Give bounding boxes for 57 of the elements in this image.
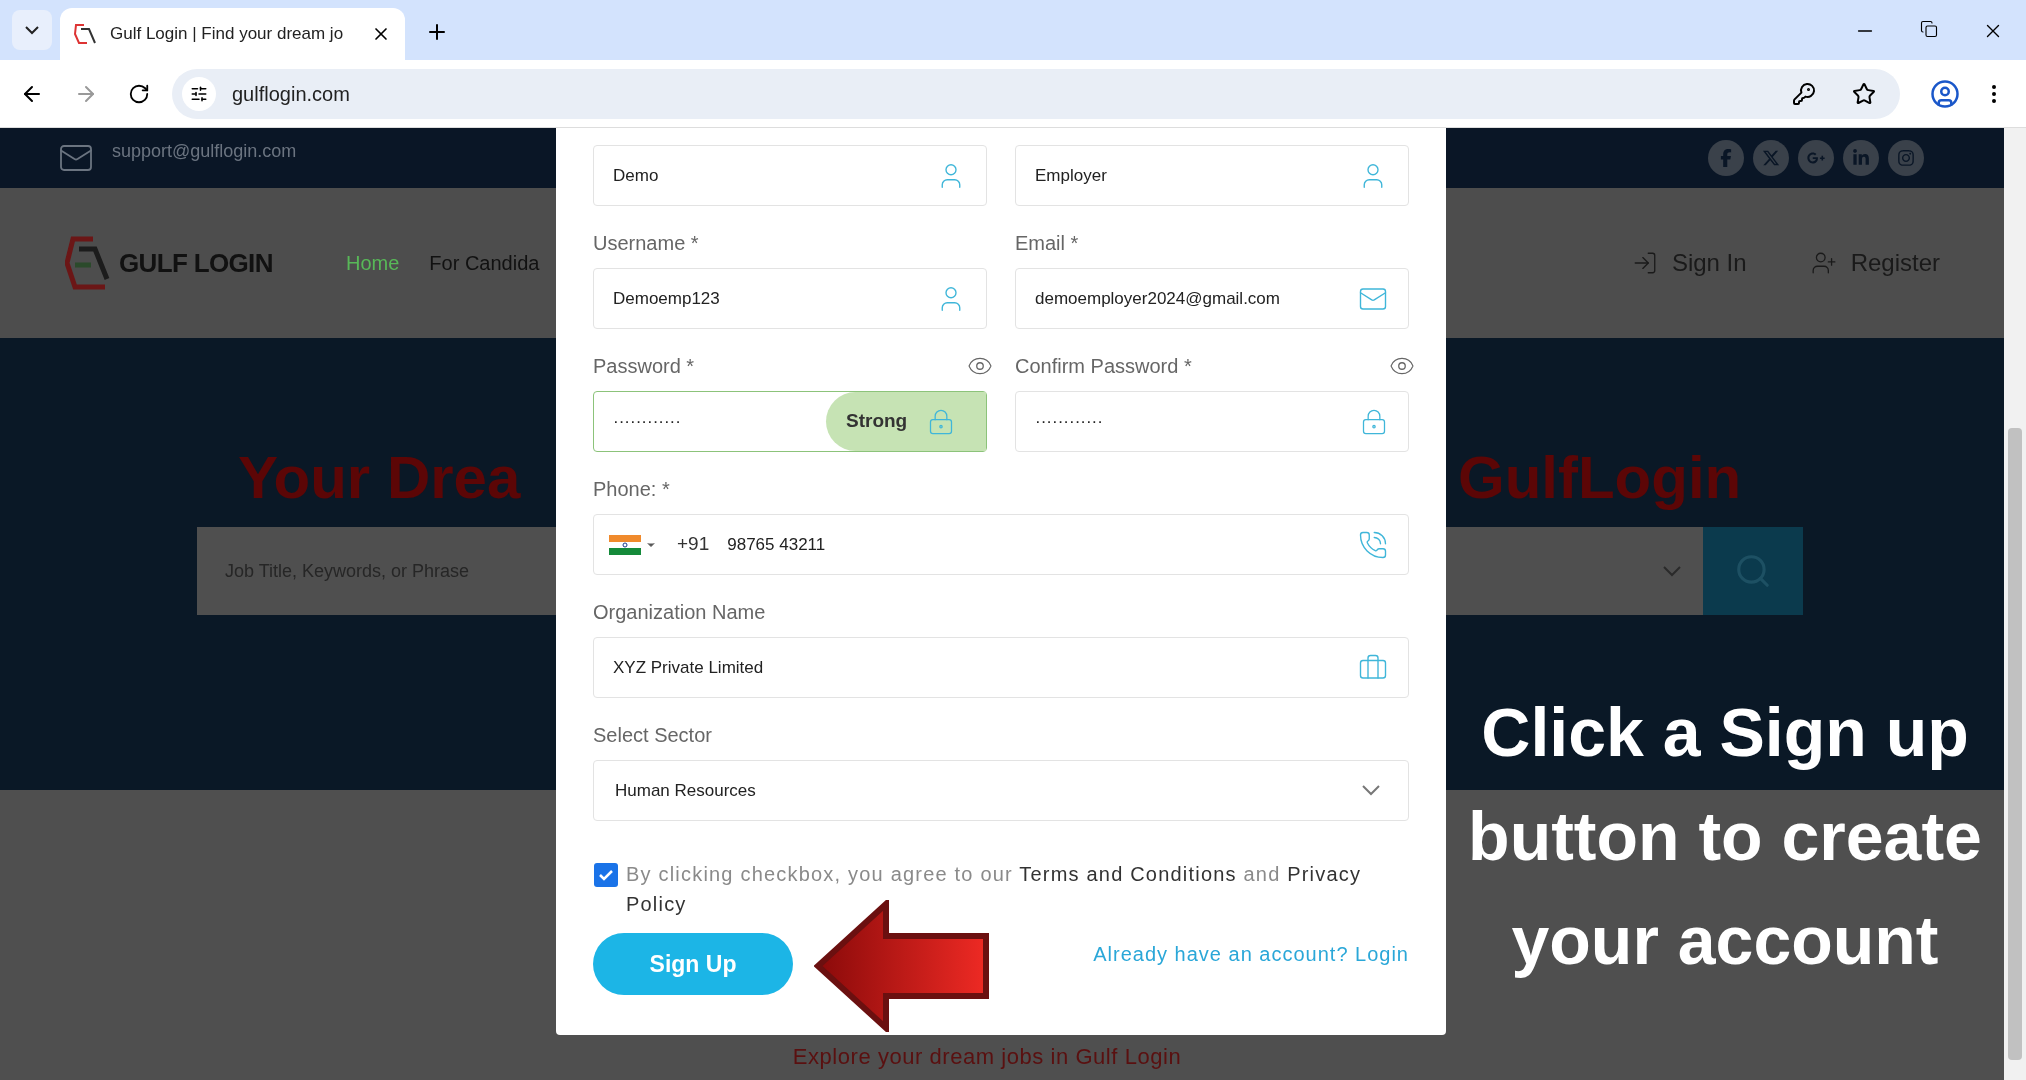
- address-bar[interactable]: gulflogin.com: [172, 68, 1900, 119]
- field-label: Password *: [593, 354, 695, 379]
- input-field[interactable]: Employer: [1015, 145, 1409, 206]
- logo-text: GULF LOGIN: [119, 246, 273, 280]
- phone-field[interactable]: +91 98765 43211: [593, 514, 1409, 575]
- field-value: Employer: [1035, 164, 1108, 187]
- caption-line: button to create: [1468, 797, 1982, 876]
- input-field[interactable]: ············: [1015, 391, 1409, 452]
- browser-tab[interactable]: Gulf Login | Find your dream jo: [60, 8, 405, 60]
- hero-heading: GulfLogin: [1458, 443, 1742, 513]
- field-label: Username *: [593, 231, 699, 256]
- field-label: Confirm Password *: [1015, 354, 1192, 379]
- field-value: ············: [1035, 410, 1104, 433]
- field-value: demoemployer2024@gmail.com: [1035, 287, 1281, 310]
- tagline: Explore your dream jobs in Gulf Login: [792, 1043, 1182, 1071]
- field-value: Demoemp123: [613, 287, 721, 310]
- url-text: gulflogin.com: [232, 81, 351, 107]
- check-icon: [599, 869, 613, 881]
- chevron-down-icon: [1362, 785, 1380, 796]
- input-field[interactable]: Demo: [593, 145, 987, 206]
- restore-icon[interactable]: [1920, 20, 1938, 38]
- field-value: 98765 43211: [727, 533, 827, 556]
- flag-icon[interactable]: [609, 534, 641, 555]
- scrollbar[interactable]: [2004, 128, 2026, 1080]
- profile-icon[interactable]: [1930, 78, 1960, 109]
- agreement-text: By clicking checkbox, you agree to our Terms and Conditions and Privacy Policy: [626, 862, 1363, 917]
- caption-line: your account: [1511, 901, 1939, 980]
- tab-list-button[interactable]: [12, 10, 52, 50]
- phone-icon: [1358, 529, 1388, 560]
- chevron-down-icon: [1663, 565, 1681, 577]
- field-label: Select Sector: [593, 723, 712, 748]
- support-email[interactable]: support@gulflogin.com: [112, 137, 297, 165]
- agree-checkbox[interactable]: [594, 863, 618, 887]
- field-value: ············: [613, 410, 682, 433]
- site-settings-icon[interactable]: [182, 76, 216, 111]
- field-label: Phone: *: [593, 477, 670, 502]
- input-field[interactable]: Demoemp123: [593, 268, 987, 329]
- input-field[interactable]: XYZ Private Limited: [593, 637, 1409, 698]
- sector-dropdown[interactable]: Human Resources: [593, 760, 1409, 821]
- lock-icon: [1360, 407, 1388, 436]
- input-field[interactable]: demoemployer2024@gmail.com: [1015, 268, 1409, 329]
- hero-heading: Your Drea: [238, 444, 521, 511]
- field-label: Organization Name: [593, 600, 766, 625]
- field-value: XYZ Private Limited: [613, 656, 765, 679]
- caption-line: Click a Sign up: [1481, 693, 1969, 772]
- tab-title: Gulf Login | Find your dream jo: [110, 23, 345, 46]
- input-field[interactable]: ············ Strong: [593, 391, 987, 452]
- field-value: Demo: [613, 164, 660, 187]
- site-logo-icon: [74, 23, 98, 45]
- field-label: Email *: [1015, 231, 1079, 256]
- bookmark-star-icon[interactable]: [1852, 81, 1876, 106]
- reload-icon[interactable]: [128, 82, 150, 105]
- chevron-down-icon: [25, 25, 39, 35]
- country-code: +91: [677, 532, 710, 557]
- strength-badge: Strong: [826, 392, 986, 451]
- key-icon[interactable]: [1792, 81, 1816, 106]
- register-icon: [1810, 250, 1837, 276]
